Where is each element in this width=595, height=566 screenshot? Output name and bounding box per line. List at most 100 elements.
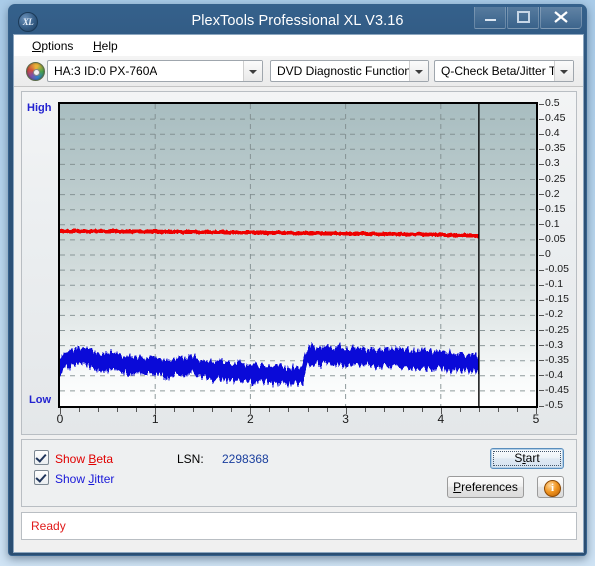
y-tick-label: 0.45: [545, 112, 566, 125]
x-tick-label: 0: [56, 412, 64, 426]
show-jitter-checkbox[interactable]: Show Jitter: [34, 470, 114, 486]
start-button[interactable]: Start: [490, 448, 564, 469]
beta-jitter-plot[interactable]: [58, 102, 538, 408]
preferences-button[interactable]: Preferences: [447, 476, 524, 498]
lsn-label: LSN:: [177, 452, 204, 466]
x-tick-mark: [402, 408, 404, 412]
x-tick-mark: [364, 408, 366, 412]
y-tick-mark: [539, 375, 544, 377]
y-tick-mark: [539, 133, 544, 135]
x-tick-label: 1: [151, 412, 159, 426]
y-tick-label: -0.4: [545, 368, 564, 381]
test-select-value: Q-Check Beta/Jitter Test: [441, 64, 571, 78]
y-tick-label: 0.35: [545, 142, 566, 155]
chevron-down-icon[interactable]: [554, 61, 573, 81]
x-tick-mark: [440, 408, 442, 414]
y-tick-mark: [539, 194, 544, 196]
show-beta-text: eta: [96, 452, 114, 466]
x-tick-mark: [136, 408, 138, 412]
x-tick-mark: [193, 408, 195, 412]
x-tick-mark: [421, 408, 423, 412]
x-tick-mark: [60, 408, 61, 414]
y-tick-mark: [539, 239, 544, 241]
minimize-button[interactable]: [474, 7, 506, 29]
x-tick-label: 3: [342, 412, 349, 426]
preferences-button-text: references: [461, 480, 518, 494]
x-tick-mark: [478, 408, 480, 412]
y-tick-label: 0.15: [545, 202, 566, 215]
y-tick-mark: [539, 118, 544, 120]
drive-select[interactable]: HA:3 ID:0 PX-760A: [47, 60, 263, 82]
x-tick-label: 5: [532, 412, 540, 426]
menu-options-label: ptions: [41, 39, 74, 53]
status-bar: Ready: [21, 512, 577, 540]
maximize-icon: [508, 7, 538, 27]
show-jitter-text: itter: [94, 472, 115, 486]
y-tick-label: -0.2: [545, 308, 564, 321]
y-tick-label: -0.1: [545, 278, 564, 291]
menu-item-options[interactable]: Options: [27, 38, 78, 54]
controls-panel: Show Beta Show Jitter LSN: 2298368 Start…: [21, 439, 577, 507]
function-select-value: DVD Diagnostic Functions: [277, 64, 418, 78]
y-tick-mark: [539, 360, 544, 362]
preferences-button-label: Preferences: [453, 480, 518, 494]
x-tick-mark: [536, 408, 537, 414]
chart-panel: High Low 0.5 0.45 0.4 0.35 0.3 0.25 0.2 0.15 0.1…: [21, 91, 577, 435]
y-tick-label: 0.1: [545, 217, 560, 230]
x-tick-mark: [497, 408, 499, 412]
y-tick-mark: [539, 345, 544, 347]
focus-ring: [493, 451, 561, 466]
optical-disc-icon: [26, 62, 45, 81]
info-icon: i: [544, 480, 561, 497]
window-frame: XL PlexTools Professional XL V3.16 Optio…: [9, 5, 586, 555]
x-tick-label: 4: [437, 412, 445, 426]
y-tick-label: 0.2: [545, 187, 560, 200]
x-tick-mark: [98, 408, 100, 412]
y-tick-mark: [539, 163, 544, 165]
y-tick-label: -0.05: [545, 263, 569, 276]
y-tick-mark: [539, 390, 544, 392]
x-tick-mark: [269, 408, 271, 412]
x-tick-mark: [117, 408, 119, 412]
x-tick-mark: [326, 408, 328, 412]
checkbox-check-icon[interactable]: [34, 450, 49, 465]
y-tick-label: -0.45: [545, 383, 569, 396]
y-tick-mark: [539, 330, 544, 331]
y-tick-mark: [539, 299, 544, 301]
status-text: Ready: [31, 519, 66, 533]
menu-help-label: elp: [101, 39, 118, 53]
y-tick-label: -0.35: [545, 353, 569, 366]
close-button[interactable]: [540, 7, 582, 29]
show-beta-checkbox[interactable]: Show Beta: [34, 450, 113, 466]
x-tick-mark: [212, 408, 214, 412]
y-tick-mark: [539, 224, 544, 226]
lsn-value: 2298368: [222, 452, 269, 466]
y-tick-mark: [539, 269, 544, 271]
close-icon: [541, 7, 581, 27]
y-tick-label: 0.5: [545, 97, 560, 109]
minimize-icon: [475, 7, 505, 27]
plot-canvas: [60, 104, 536, 406]
y-tick-label: 0.25: [545, 172, 566, 185]
test-select[interactable]: Q-Check Beta/Jitter Test: [434, 60, 574, 82]
x-tick-mark: [345, 408, 347, 414]
x-tick-mark: [174, 408, 176, 412]
maximize-button[interactable]: [507, 7, 539, 29]
x-tick-mark: [155, 408, 157, 414]
menu-item-help[interactable]: Help: [88, 38, 123, 54]
y-tick-mark: [539, 314, 544, 316]
checkbox-check-icon[interactable]: [34, 470, 49, 485]
y-tick-mark: [539, 209, 544, 211]
y-tick-label: 0.4: [545, 127, 560, 140]
y-tick-label: -0.3: [545, 338, 564, 351]
info-button[interactable]: i: [537, 476, 564, 498]
show-beta-label: Show Beta: [55, 452, 114, 466]
chevron-down-icon[interactable]: [243, 61, 262, 81]
axis-label-low: Low: [29, 394, 51, 406]
chevron-down-icon[interactable]: [409, 61, 428, 81]
toolbar: HA:3 ID:0 PX-760A DVD Diagnostic Functio…: [14, 56, 583, 87]
menu-bar: Options Help: [14, 35, 583, 57]
x-tick-mark: [516, 408, 518, 412]
x-tick-mark: [288, 408, 290, 412]
function-select[interactable]: DVD Diagnostic Functions: [270, 60, 429, 82]
